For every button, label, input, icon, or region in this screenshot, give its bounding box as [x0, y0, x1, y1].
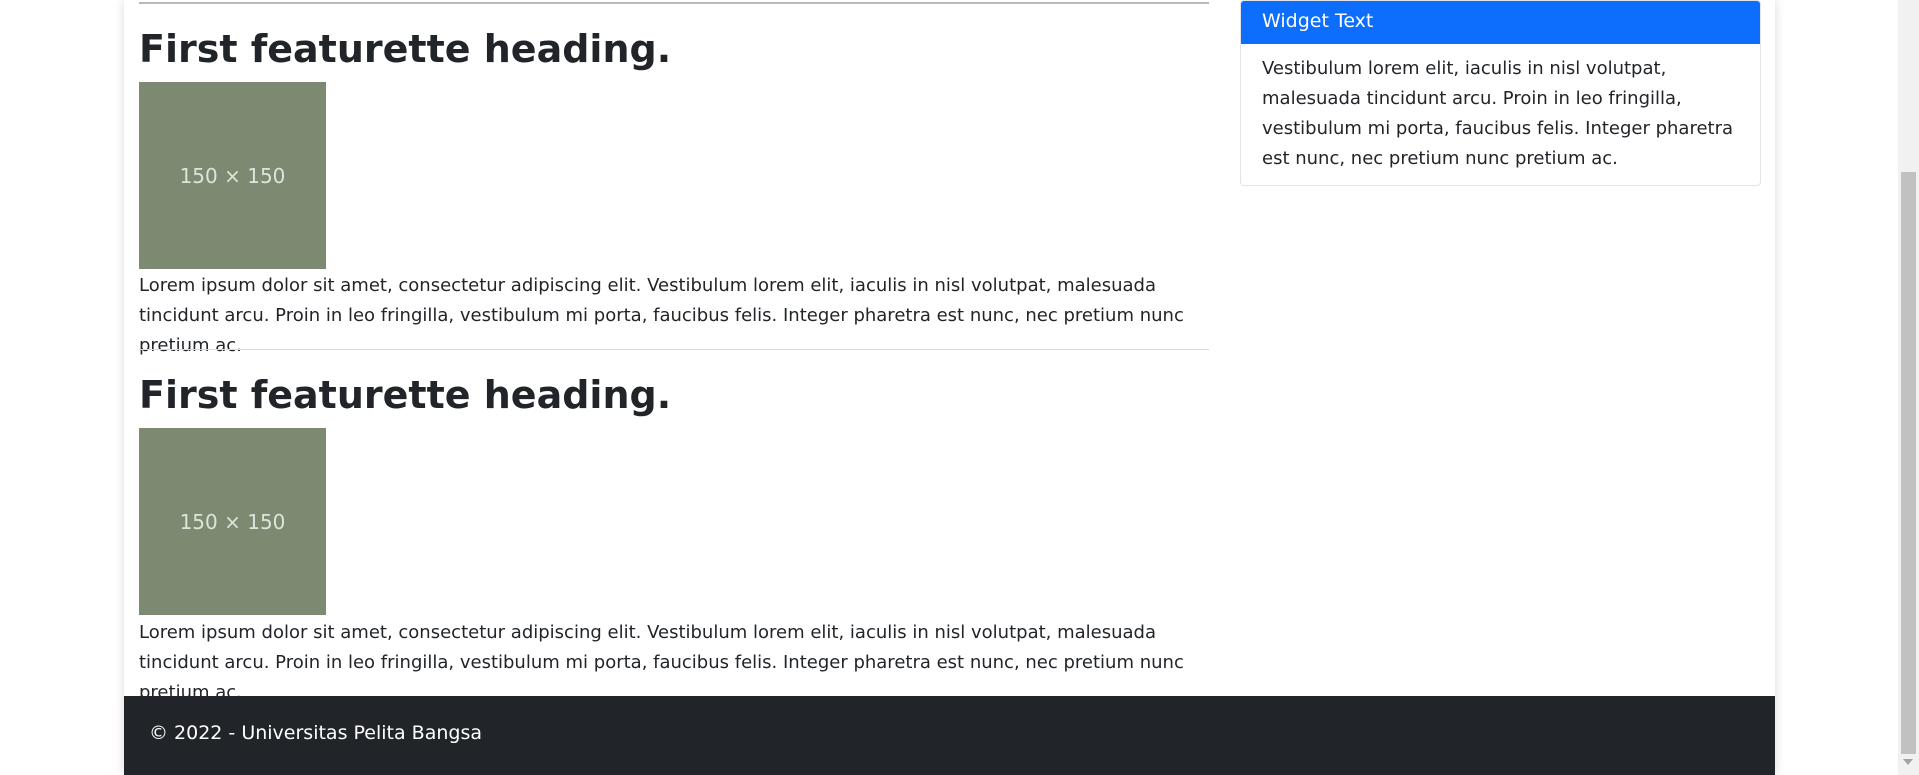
placeholder-image: 150 × 150 [139, 428, 326, 615]
featurette-heading: First featurette heading. [139, 27, 672, 71]
widget-body: Vestibulum lorem elit, iaculis in nisl v… [1262, 58, 1734, 169]
page-viewport: First featurette heading. 150 × 150 Lore… [0, 0, 1919, 775]
scroll-down-arrow-icon[interactable] [1903, 759, 1913, 765]
page-container: First featurette heading. 150 × 150 Lore… [124, 0, 1775, 775]
widget-header: Widget Text [1241, 1, 1760, 44]
placeholder-image-label: 150 × 150 [179, 163, 286, 188]
placeholder-image-label: 150 × 150 [179, 509, 286, 534]
scrollbar-thumb[interactable] [1901, 172, 1916, 754]
featurette-heading: First featurette heading. [139, 373, 672, 417]
section-divider [139, 349, 1209, 350]
section-divider [139, 2, 1209, 4]
featurette-text: Lorem ipsum dolor sit amet, consectetur … [139, 622, 1184, 703]
site-footer: © 2022 - Universitas Pelita Bangsa [124, 696, 1775, 775]
footer-copyright: © 2022 - Universitas Pelita Bangsa [149, 722, 482, 744]
placeholder-image: 150 × 150 [139, 82, 326, 269]
featurette-text: Lorem ipsum dolor sit amet, consectetur … [139, 275, 1184, 356]
sidebar-widget: Widget Text Vestibulum lorem elit, iacul… [1240, 0, 1761, 186]
vertical-scrollbar[interactable] [1898, 0, 1919, 775]
